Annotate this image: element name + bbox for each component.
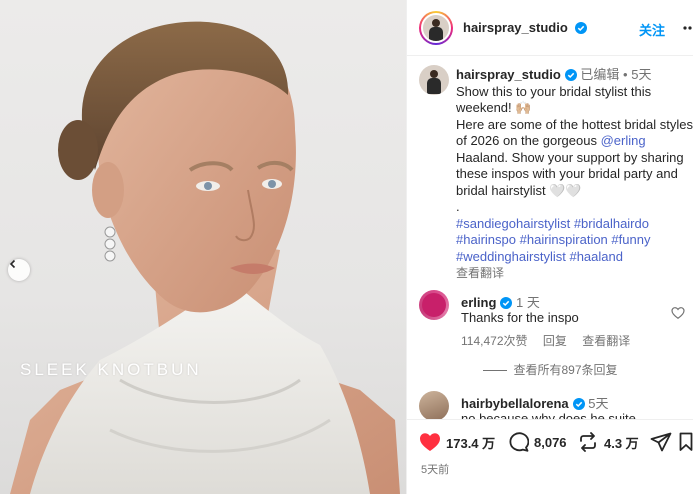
edited-label: 已编辑 bbox=[580, 67, 620, 82]
verified-badge-icon bbox=[575, 22, 588, 34]
more-options-icon[interactable] bbox=[682, 18, 693, 38]
view-all-replies[interactable]: 查看所有897条回复 bbox=[407, 361, 693, 378]
comment-time[interactable]: 5天 bbox=[588, 396, 608, 411]
caption-line-1: Show this to your bridal stylist this we… bbox=[456, 83, 652, 116]
caption-time[interactable]: 5天 bbox=[631, 67, 651, 82]
hashtags: #sandiegohairstylist #bridalhairdo #hair… bbox=[456, 216, 693, 266]
comment-avatar[interactable] bbox=[419, 391, 449, 419]
previous-image-button[interactable] bbox=[8, 259, 30, 281]
hashtag-link[interactable]: #weddinghairstylist bbox=[456, 249, 566, 264]
comment-meta: 114,472次赞 回复 查看翻译 bbox=[461, 332, 642, 349]
meta-separator: • bbox=[623, 67, 628, 82]
share-button[interactable] bbox=[650, 432, 677, 452]
comment-avatar[interactable] bbox=[419, 290, 449, 320]
comment-text: Thanks for the inspo bbox=[461, 310, 579, 325]
verified-badge-icon bbox=[564, 69, 577, 81]
post-side-panel: hairspray_studio 关注 hairspray_studio 已编辑… bbox=[406, 0, 693, 494]
comment-time[interactable]: 1 天 bbox=[516, 295, 540, 310]
heart-filled-icon bbox=[420, 433, 440, 451]
header-avatar[interactable] bbox=[419, 10, 453, 45]
save-button[interactable] bbox=[679, 432, 693, 452]
repost-button[interactable]: 4.3 万 bbox=[577, 432, 639, 452]
overlay-text: SLEEK KNOTBUN bbox=[20, 360, 202, 379]
comment-bubble-icon bbox=[509, 432, 529, 452]
comment-header: erling 1 天 bbox=[461, 292, 540, 311]
like-count: 173.4 万 bbox=[446, 435, 496, 451]
comment-username[interactable]: erling bbox=[461, 295, 496, 310]
caption-text-part: Here are some of the hottest bridal styl… bbox=[456, 116, 693, 149]
hashtag-link[interactable]: #haaland bbox=[569, 249, 623, 264]
caption-dot: . bbox=[456, 199, 460, 214]
caption-body: hairspray_studio 已编辑 • 5天 Show this to y… bbox=[456, 67, 693, 282]
comment-likes[interactable]: 114,472次赞 bbox=[461, 334, 528, 348]
post-header: hairspray_studio 关注 bbox=[407, 0, 693, 56]
reply-button[interactable]: 回复 bbox=[543, 334, 567, 348]
header-username-text[interactable]: hairspray_studio bbox=[463, 20, 568, 35]
comment-username[interactable]: hairbybellalorena bbox=[461, 396, 569, 411]
caption-text-part: Haaland. Show your support by sharing th… bbox=[456, 149, 684, 198]
comment-text: no because why does he suite bbox=[461, 411, 636, 419]
hashtag-link[interactable]: #sandiegohairstylist bbox=[456, 216, 570, 231]
caption-username[interactable]: hairspray_studio bbox=[456, 67, 561, 82]
comments-scroll-area[interactable]: hairspray_studio 已编辑 • 5天 Show this to y… bbox=[407, 57, 693, 419]
comment-header: hairbybellalorena 5天 bbox=[461, 393, 609, 412]
comment-see-translation[interactable]: 查看翻译 bbox=[582, 334, 630, 348]
comment-count: 8,076 bbox=[534, 434, 567, 450]
action-bar: 173.4 万 8,076 4.3 万 5天前 bbox=[407, 419, 693, 494]
repost-icon bbox=[580, 432, 596, 452]
hashtag-link[interactable]: #hairinspiration bbox=[520, 232, 608, 247]
verified-badge-icon bbox=[572, 398, 585, 410]
post-image[interactable]: SLEEK KNOTBUN bbox=[0, 0, 406, 494]
comment-item: erling 1 天 Thanks for the inspo 114,472次… bbox=[419, 290, 693, 350]
header-username[interactable]: hairspray_studio bbox=[463, 20, 588, 35]
hashtag-link[interactable]: #bridalhairdo bbox=[574, 216, 649, 231]
post-timestamp[interactable]: 5天前 bbox=[421, 461, 449, 477]
comment-item: hairbybellalorena 5天 no because why does… bbox=[419, 391, 693, 419]
chevron-left-icon bbox=[9, 259, 16, 269]
repost-count: 4.3 万 bbox=[604, 435, 639, 451]
caption-line-2: Here are some of the hottest bridal styl… bbox=[456, 117, 693, 200]
view-all-label[interactable]: 查看所有897条回复 bbox=[513, 363, 617, 377]
hashtag-link[interactable]: #hairinspo bbox=[456, 232, 516, 247]
send-paper-plane-icon bbox=[650, 432, 672, 452]
view-all-dash bbox=[483, 370, 508, 372]
comment-button[interactable]: 8,076 bbox=[507, 432, 567, 452]
hashtag-link[interactable]: #funny bbox=[611, 232, 650, 247]
bookmark-icon bbox=[679, 432, 693, 451]
mention-link[interactable]: @erling bbox=[601, 133, 646, 148]
see-translation-link[interactable]: 查看翻译 bbox=[456, 265, 693, 282]
like-button[interactable]: 173.4 万 bbox=[419, 432, 495, 452]
caption-avatar[interactable] bbox=[419, 65, 449, 95]
portrait-illustration bbox=[10, 21, 400, 494]
follow-button[interactable]: 关注 bbox=[639, 20, 665, 39]
like-comment-heart-icon[interactable] bbox=[671, 306, 685, 320]
verified-badge-icon bbox=[500, 297, 513, 309]
